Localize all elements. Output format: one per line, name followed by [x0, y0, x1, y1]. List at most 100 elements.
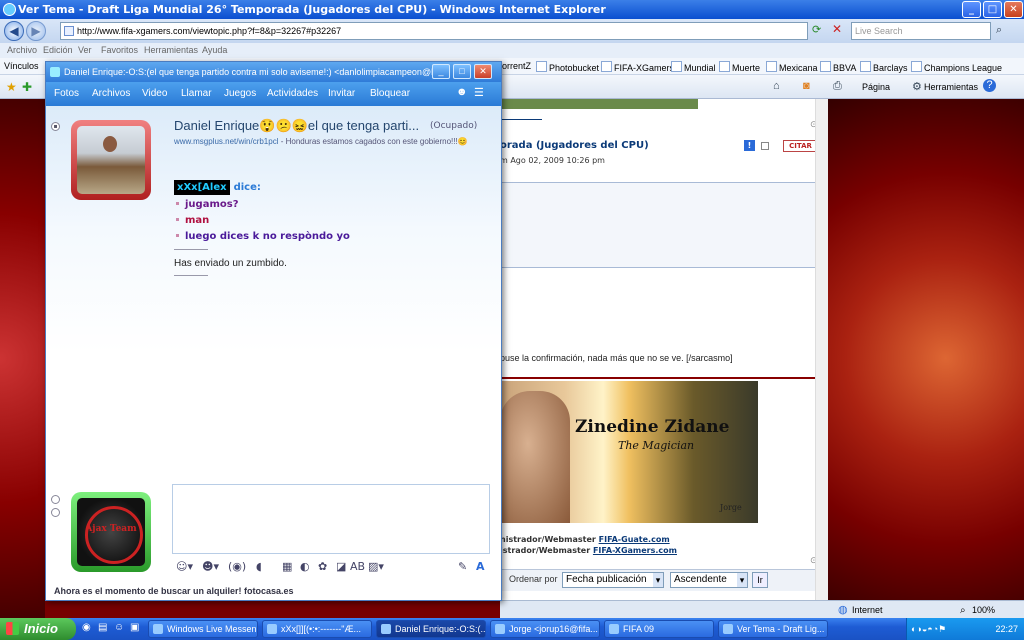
task-button[interactable]: Jorge <jorup16@fifa...: [490, 620, 600, 638]
games-icon[interactable]: ◐: [300, 560, 310, 573]
link-bbva[interactable]: BBVA: [820, 61, 856, 73]
tab-juegos[interactable]: Juegos: [224, 88, 256, 99]
msgplus-icon[interactable]: ✿: [318, 560, 327, 573]
handwriting-icon[interactable]: ✎: [458, 560, 467, 573]
options-menu-icon[interactable]: ☰: [474, 86, 484, 99]
messenger-body: ▪ Daniel Enrique😲😕😖el que tenga parti...…: [46, 106, 501, 600]
address-bar[interactable]: http://www.fifa-xgamers.com/viewtopic.ph…: [60, 22, 808, 40]
tab-fotos[interactable]: Fotos: [54, 88, 79, 99]
contact-url[interactable]: www.msgplus.net/win/crb1pcl: [174, 137, 278, 146]
my-avatar[interactable]: Ajax Team: [71, 492, 151, 572]
tab-archivos[interactable]: Archivos: [92, 88, 130, 99]
task-button[interactable]: FIFA 09: [604, 620, 714, 638]
favorites-star-icon[interactable]: ★: [6, 80, 17, 94]
sort-field-select[interactable]: Fecha publicación: [562, 572, 664, 588]
start-button[interactable]: Inicio: [0, 618, 76, 640]
desktop-background-left: [0, 99, 45, 618]
messenger-maximize-button[interactable]: □: [453, 64, 471, 79]
tab-llamar[interactable]: Llamar: [181, 88, 212, 99]
feeds-icon[interactable]: ◙: [803, 80, 810, 92]
color-icon[interactable]: ▨▾: [368, 560, 384, 573]
zoom-icon: ⌕: [960, 605, 966, 616]
quicklaunch-desktop-icon[interactable]: ▣: [130, 622, 139, 633]
forward-button[interactable]: ▶: [26, 21, 46, 41]
task-button[interactable]: Windows Live Messen...: [148, 620, 258, 638]
quicklaunch-ie-icon[interactable]: ◉: [82, 622, 91, 633]
go-button[interactable]: Ir: [752, 572, 768, 588]
post-title[interactable]: orada (Jugadores del CPU): [500, 140, 649, 151]
task-button[interactable]: Ver Tema - Draft Lig...: [718, 620, 828, 638]
page-menu[interactable]: Página: [862, 82, 890, 92]
maximize-button[interactable]: □: [983, 1, 1002, 18]
menu-ayuda[interactable]: Ayuda: [202, 45, 227, 55]
info-icon[interactable]: !: [744, 140, 755, 151]
clock[interactable]: 22:27: [995, 618, 1018, 640]
collapse-icon[interactable]: ▪: [51, 122, 60, 131]
link-mexicana[interactable]: Mexicana: [766, 61, 818, 73]
menu-archivo[interactable]: Archivo: [7, 45, 37, 55]
zoom-level[interactable]: 100%: [972, 605, 995, 615]
quote-button[interactable]: CITAR: [783, 140, 818, 152]
messenger-close-button[interactable]: ✕: [474, 64, 492, 79]
contact-message-text: - Honduras estamos cagados con este gobi…: [278, 137, 468, 146]
link-muerte[interactable]: Muerte: [719, 61, 760, 73]
menu-edicion[interactable]: Edición: [43, 45, 73, 55]
search-icon[interactable]: ⌕: [996, 23, 1002, 37]
link-torrentz[interactable]: orrentZ: [502, 61, 531, 71]
add-favorite-icon[interactable]: ✚: [22, 80, 32, 94]
link-fifa-guate[interactable]: FIFA-Guate.com: [599, 535, 670, 544]
wink-icon[interactable]: ☻▾: [202, 560, 219, 573]
close-button[interactable]: ✕: [1004, 1, 1023, 18]
tab-video[interactable]: Video: [142, 88, 167, 99]
webcam-icon[interactable]: [51, 508, 60, 517]
page-scrollbar[interactable]: [815, 99, 828, 600]
link-champions-league[interactable]: Champions League: [911, 61, 1002, 73]
task-button[interactable]: xXx[]][(•:•:-------"Æ...: [262, 620, 372, 638]
help-icon[interactable]: ?: [983, 79, 996, 92]
message-input[interactable]: [172, 484, 490, 554]
collapse-icon[interactable]: [51, 495, 60, 504]
sort-row: Ordenar por Fecha publicación Ascendente…: [500, 569, 828, 591]
menu-bar: Archivo Edición Ver Favoritos Herramient…: [0, 43, 1024, 58]
quicklaunch-folder-icon[interactable]: ▤: [98, 622, 107, 633]
tools-menu[interactable]: Herramientas: [924, 82, 978, 92]
tab-bloquear[interactable]: Bloquear: [370, 88, 410, 99]
contact-status: (Ocupado): [430, 121, 478, 131]
sort-direction-select[interactable]: Ascendente: [670, 572, 748, 588]
banner-subtitle: The Magician: [618, 439, 695, 452]
contact-avatar[interactable]: [71, 120, 151, 200]
post-checkbox[interactable]: [761, 142, 769, 150]
tab-actividades[interactable]: Actividades: [267, 88, 318, 99]
task-button[interactable]: Daniel Enrique:-O:S:(...: [376, 620, 486, 638]
stop-icon[interactable]: ✕: [832, 22, 842, 36]
link-fifa-xgamers-site[interactable]: FIFA-XGamers.com: [593, 546, 677, 555]
home-icon[interactable]: ⌂: [773, 80, 780, 92]
emoticon-icon[interactable]: ☺▾: [176, 560, 193, 573]
minimize-button[interactable]: _: [962, 1, 981, 18]
menu-ver[interactable]: Ver: [78, 45, 92, 55]
signature-role: nistrador/Webmaster: [500, 535, 599, 544]
refresh-icon[interactable]: ⟳: [812, 23, 821, 36]
voice-clip-icon[interactable]: (◉): [228, 560, 246, 573]
ad-banner[interactable]: Ahora es el momento de buscar un alquile…: [54, 586, 294, 596]
tab-invitar[interactable]: Invitar: [328, 88, 355, 99]
print-icon[interactable]: ⎙: [833, 80, 842, 93]
nudge-icon[interactable]: ◖: [256, 560, 262, 573]
font-icon[interactable]: AB: [350, 560, 365, 573]
link-barclays[interactable]: Barclays: [860, 61, 908, 73]
background-icon[interactable]: ▦: [282, 560, 292, 573]
status-emoticon-icon[interactable]: ☻: [456, 86, 468, 98]
menu-herramientas[interactable]: Herramientas: [144, 45, 198, 55]
tray-icons[interactable]: ◐◑◒◓◔⚑: [911, 618, 946, 640]
link-photobucket[interactable]: Photobucket: [536, 61, 599, 73]
text-format-icon[interactable]: A: [476, 560, 485, 573]
search-input[interactable]: Live Search: [851, 22, 991, 40]
messenger-minimize-button[interactable]: _: [432, 64, 450, 79]
link-fifa-xgamers[interactable]: FIFA-XGamers: [601, 61, 674, 73]
quicklaunch-messenger-icon[interactable]: ☺: [114, 622, 124, 633]
menu-favoritos[interactable]: Favoritos: [101, 45, 138, 55]
link-mundial[interactable]: Mundial: [671, 61, 716, 73]
back-button[interactable]: ◀: [4, 21, 24, 41]
send-file-icon[interactable]: ◪: [336, 560, 346, 573]
contact-personal-message: www.msgplus.net/win/crb1pcl - Honduras e…: [174, 137, 468, 146]
